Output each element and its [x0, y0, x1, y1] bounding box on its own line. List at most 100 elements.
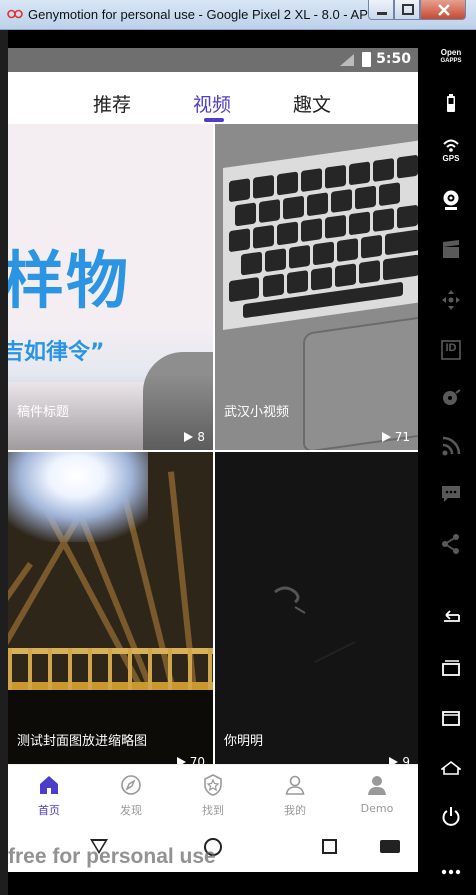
- open-gapps-label: Open: [440, 48, 462, 57]
- tab-articles[interactable]: 趣文: [293, 90, 331, 117]
- play-count: 71: [381, 430, 410, 444]
- status-time: 5:50: [376, 51, 411, 67]
- play-icon: [184, 432, 194, 442]
- play-count-value: 8: [197, 430, 205, 444]
- more-dots-icon: [441, 869, 461, 875]
- power-tool-button[interactable]: [426, 796, 476, 836]
- id-label: ID: [445, 342, 457, 354]
- nav-item-home[interactable]: 首页: [8, 765, 90, 823]
- open-gapps-button[interactable]: Open GAPPS: [426, 42, 476, 82]
- play-icon: [389, 757, 399, 764]
- thumbnail-keyboard: [223, 139, 418, 331]
- battery-icon: [362, 52, 371, 67]
- video-title: 测试封面图放进缩略图: [17, 734, 148, 749]
- nav-label: 找到: [202, 804, 224, 817]
- video-card[interactable]: 样物 吉如律令” 稿件标题 8: [8, 124, 213, 450]
- compass-icon: [121, 775, 141, 795]
- top-tabs: 推荐 视频 趣文: [8, 72, 418, 124]
- return-arrow-icon: [444, 610, 460, 622]
- device-id-button[interactable]: ID: [426, 330, 476, 370]
- power-icon: [442, 807, 460, 826]
- sms-tool-button[interactable]: [426, 474, 476, 514]
- share-icon: [442, 534, 459, 554]
- more-tool-button[interactable]: [426, 846, 476, 886]
- webcam-icon: [443, 190, 459, 210]
- disk-icon: [443, 389, 461, 405]
- share-tool-button[interactable]: [426, 524, 476, 564]
- thumbnail-text: 样物: [8, 244, 131, 317]
- close-icon: [438, 4, 450, 16]
- thumbnail-dark-scene: [274, 586, 356, 663]
- camera-tool-button[interactable]: [426, 180, 476, 220]
- play-count: 8: [184, 430, 205, 444]
- signal-icon: [340, 54, 354, 66]
- close-button[interactable]: [420, 0, 466, 20]
- menu-window-icon: [442, 711, 460, 726]
- video-title: 稿件标题: [17, 405, 70, 420]
- dpad-tool-button[interactable]: [426, 280, 476, 320]
- tab-active-indicator: [204, 118, 224, 122]
- thumbnail-shade: [8, 690, 213, 764]
- rss-icon: [442, 436, 461, 456]
- window-title-bar: Genymotion for personal use - Google Pix…: [0, 0, 476, 30]
- recents-tool-button[interactable]: [426, 648, 476, 688]
- maximize-icon: [402, 4, 414, 15]
- video-card[interactable]: 你明明 9: [215, 452, 418, 764]
- clapperboard-icon: [443, 240, 459, 258]
- nav-item-discover[interactable]: 发现: [90, 765, 172, 823]
- chat-icon: [442, 486, 460, 502]
- play-count: 70: [176, 755, 205, 764]
- user-outline-icon: [285, 775, 305, 795]
- recents-icon[interactable]: [322, 839, 337, 854]
- home-outline-icon: [441, 760, 461, 775]
- home-tool-button[interactable]: [426, 748, 476, 788]
- video-grid: 样物 吉如律令” 稿件标题 8 武汉小视频 71 测试封面图放进缩略图 70 你…: [8, 124, 418, 764]
- dpad-icon: [442, 290, 460, 310]
- battery-tool-button[interactable]: [426, 84, 476, 124]
- watermark: free for personal use: [8, 845, 216, 868]
- bottom-nav: 首页 发现 找到 我的 Demo: [8, 764, 418, 822]
- nav-label: 发现: [120, 804, 142, 817]
- disk-tool-button[interactable]: [426, 378, 476, 418]
- nav-label: Demo: [360, 802, 394, 815]
- emulator-toolbar: Open GAPPS GPS ID: [426, 30, 476, 895]
- media-tool-button[interactable]: [426, 230, 476, 270]
- nav-item-find[interactable]: 找到: [172, 765, 254, 823]
- play-icon: [381, 432, 391, 442]
- thumbnail-railing: [8, 648, 213, 690]
- menu-tool-button[interactable]: [426, 698, 476, 738]
- recent-apps-icon: [442, 660, 460, 676]
- video-title: 武汉小视频: [224, 405, 290, 420]
- nav-label: 我的: [284, 804, 306, 817]
- rss-tool-button[interactable]: [426, 426, 476, 466]
- gps-tool-button[interactable]: GPS: [426, 130, 476, 170]
- play-count-value: 70: [189, 755, 205, 764]
- nav-item-demo[interactable]: Demo: [336, 765, 418, 823]
- thumbnail-light: [8, 452, 148, 542]
- video-title: 你明明: [224, 734, 264, 749]
- tab-video[interactable]: 视频: [193, 90, 231, 117]
- minimize-icon: [377, 12, 387, 15]
- minimize-button[interactable]: [368, 0, 394, 20]
- back-tool-button[interactable]: [426, 598, 476, 638]
- video-card[interactable]: 测试封面图放进缩略图 70: [8, 452, 213, 764]
- play-count-value: 71: [394, 430, 410, 444]
- status-bar: 5:50: [8, 48, 418, 72]
- user-filled-icon: [368, 776, 386, 795]
- video-card[interactable]: 武汉小视频 71: [215, 124, 418, 450]
- genymotion-logo-icon: [7, 9, 23, 19]
- gps-label: GPS: [442, 154, 460, 163]
- play-count-value: 9: [402, 755, 410, 764]
- nav-item-mine[interactable]: 我的: [254, 765, 336, 823]
- play-count: 9: [389, 755, 410, 764]
- thumbnail-subtext: 吉如律令”: [8, 340, 105, 365]
- maximize-button[interactable]: [394, 0, 420, 20]
- tab-recommend[interactable]: 推荐: [93, 90, 131, 117]
- battery-tool-icon: [447, 94, 455, 112]
- nav-label: 首页: [38, 804, 60, 817]
- play-icon: [176, 757, 186, 764]
- shield-star-icon: [204, 774, 222, 796]
- home-icon: [40, 776, 58, 794]
- open-gapps-label: GAPPS: [440, 58, 462, 64]
- keyboard-icon[interactable]: [380, 840, 400, 853]
